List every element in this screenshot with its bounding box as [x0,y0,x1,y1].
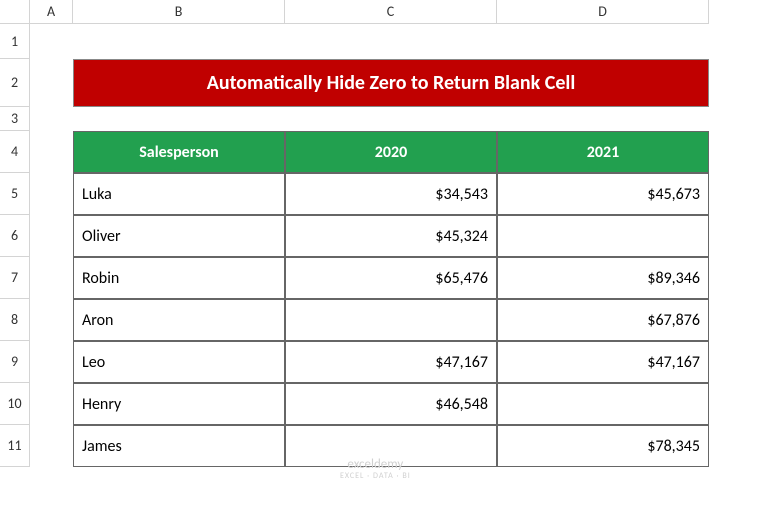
row-header-3[interactable]: 3 [0,107,30,131]
cell-2020-5[interactable]: $46,548 [285,383,497,425]
cell-2020-6[interactable] [285,425,497,467]
cell-name-2[interactable]: Robin [73,257,285,299]
cell-a9[interactable] [30,341,73,383]
col-header-c[interactable]: C [285,0,497,24]
cell-a5[interactable] [30,173,73,215]
col-header-d[interactable]: D [497,0,709,24]
row-header-2[interactable]: 2 [0,59,30,107]
row-header-1[interactable]: 1 [0,24,30,59]
cell-2021-4[interactable]: $47,167 [497,341,709,383]
cell-a11[interactable] [30,425,73,467]
cell-name-0[interactable]: Luka [73,173,285,215]
cell-2020-4[interactable]: $47,167 [285,341,497,383]
watermark-sub: EXCEL · DATA · BI [340,472,411,481]
cell-a7[interactable] [30,257,73,299]
cell-name-1[interactable]: Oliver [73,215,285,257]
cell-a4[interactable] [30,131,73,173]
row-header-8[interactable]: 8 [0,299,30,341]
cell-c3[interactable] [285,107,497,131]
cell-a2[interactable] [30,59,73,107]
row-header-5[interactable]: 5 [0,173,30,215]
cell-2021-2[interactable]: $89,346 [497,257,709,299]
title-banner[interactable]: Automatically Hide Zero to Return Blank … [73,59,709,107]
cell-2021-3[interactable]: $67,876 [497,299,709,341]
cell-2020-0[interactable]: $34,543 [285,173,497,215]
col-header-a[interactable]: A [30,0,73,24]
header-2020[interactable]: 2020 [285,131,497,173]
row-header-7[interactable]: 7 [0,257,30,299]
cell-2021-1[interactable] [497,215,709,257]
cell-a6[interactable] [30,215,73,257]
header-2021[interactable]: 2021 [497,131,709,173]
spreadsheet-grid: A B C D 1 2 Automatically Hide Zero to R… [0,0,767,467]
cell-c1[interactable] [285,24,497,59]
cell-b3[interactable] [73,107,285,131]
cell-name-3[interactable]: Aron [73,299,285,341]
row-header-4[interactable]: 4 [0,131,30,173]
cell-2020-3[interactable] [285,299,497,341]
cell-a8[interactable] [30,299,73,341]
col-header-b[interactable]: B [73,0,285,24]
cell-a1[interactable] [30,24,73,59]
cell-d1[interactable] [497,24,709,59]
cell-2020-1[interactable]: $45,324 [285,215,497,257]
cell-name-4[interactable]: Leo [73,341,285,383]
cell-b1[interactable] [73,24,285,59]
cell-2021-5[interactable] [497,383,709,425]
cell-name-5[interactable]: Henry [73,383,285,425]
header-salesperson[interactable]: Salesperson [73,131,285,173]
row-header-9[interactable]: 9 [0,341,30,383]
row-header-10[interactable]: 10 [0,383,30,425]
cell-name-6[interactable]: James [73,425,285,467]
cell-2021-6[interactable]: $78,345 [497,425,709,467]
row-header-6[interactable]: 6 [0,215,30,257]
cell-2021-0[interactable]: $45,673 [497,173,709,215]
corner-cell [0,0,30,24]
cell-a3[interactable] [30,107,73,131]
cell-a10[interactable] [30,383,73,425]
cell-d3[interactable] [497,107,709,131]
row-header-11[interactable]: 11 [0,425,30,467]
cell-2020-2[interactable]: $65,476 [285,257,497,299]
